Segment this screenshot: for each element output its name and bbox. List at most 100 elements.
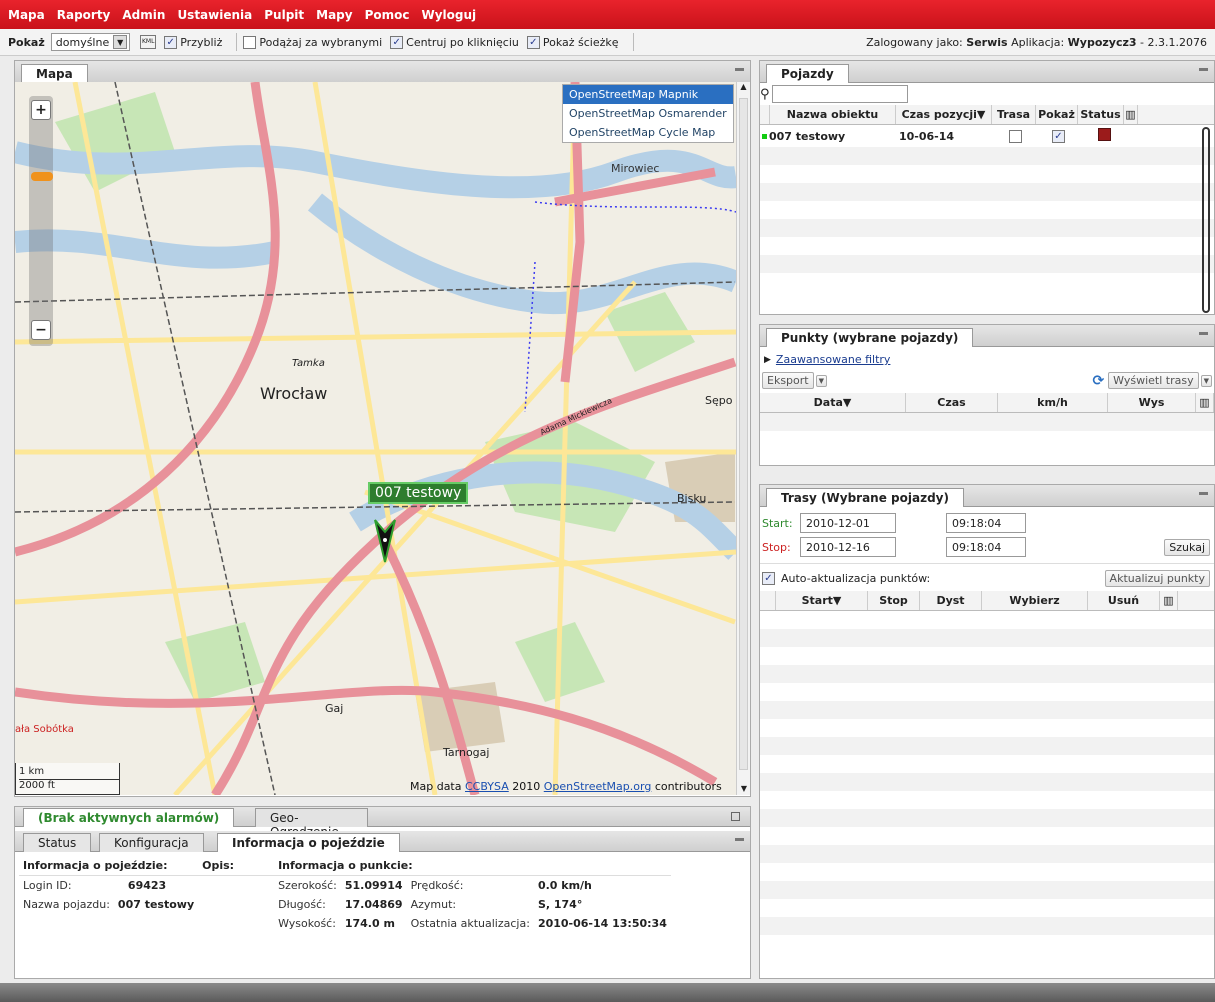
tab-vehicle-info[interactable]: Informacja o pojeździe xyxy=(217,833,400,852)
menu-mapa[interactable]: Mapa xyxy=(8,8,45,22)
col-start[interactable]: Start▼ xyxy=(776,591,868,610)
col-name[interactable]: Nazwa obiektu xyxy=(770,105,896,124)
map-view[interactable]: + − Mirowiec Wrocław Tamka Gaj Tarnogaj … xyxy=(15,82,736,795)
stop-time-input[interactable]: 09:18:04 xyxy=(946,537,1026,557)
minimize-icon[interactable] xyxy=(735,68,744,71)
show-routes-dropdown-icon[interactable]: ▼ xyxy=(1200,374,1212,387)
filters-row: ▶ Zaawansowane filtry xyxy=(760,347,1214,368)
zoom-handle[interactable] xyxy=(31,172,53,181)
azimuth-value: S, 174° xyxy=(537,898,583,911)
minimize-icon[interactable] xyxy=(735,838,744,841)
layer-mapnik[interactable]: OpenStreetMap Mapnik xyxy=(563,85,733,104)
columns-menu-icon[interactable]: ▥ xyxy=(1160,591,1178,610)
start-row: Start: 2010-12-01 09:18:04 xyxy=(760,507,1214,533)
col-time[interactable]: Czas pozycji▼ xyxy=(896,105,992,124)
start-time-input[interactable]: 09:18:04 xyxy=(946,513,1026,533)
show-routes-button[interactable]: Wyświetl trasy xyxy=(1108,372,1199,389)
columns-menu-icon[interactable]: ▥ xyxy=(1196,393,1214,412)
export-button[interactable]: Eksport xyxy=(762,372,814,389)
scroll-up-icon[interactable]: ▲ xyxy=(737,82,750,96)
login-id-label: Login ID: xyxy=(23,879,72,892)
col-stop[interactable]: Stop xyxy=(868,591,920,610)
tab-geofence[interactable]: Geo-Ogrodzenie xyxy=(255,808,368,839)
tab-mapa[interactable]: Mapa xyxy=(21,64,88,83)
advanced-filters-link[interactable]: Zaawansowane filtry xyxy=(776,353,891,366)
center-checkbox[interactable]: ✓ Centruj po kliknięciu xyxy=(390,35,519,49)
minimize-icon[interactable] xyxy=(1199,68,1208,71)
menu-raporty[interactable]: Raporty xyxy=(57,8,111,22)
zoom-slider[interactable] xyxy=(29,96,53,346)
vehicles-scrollbar[interactable] xyxy=(1202,127,1210,313)
vehicle-name: 007 testowy xyxy=(769,129,846,143)
col-altitude[interactable]: Wys xyxy=(1108,393,1196,412)
routes-grid-header: Start▼ Stop Dyst Wybierz Usuń ▥ xyxy=(760,591,1214,611)
scroll-down-icon[interactable]: ▼ xyxy=(737,784,751,793)
vehicle-row[interactable]: 007 testowy 10-06-14 ✓ xyxy=(760,125,1214,147)
license-link[interactable]: CCBYSA xyxy=(465,780,509,793)
vehicles-grid-header: Nazwa obiektu Czas pozycji▼ Trasa Pokaż … xyxy=(760,105,1214,125)
vehicle-search-input[interactable] xyxy=(771,85,908,103)
menu-admin[interactable]: Admin xyxy=(122,8,165,22)
tab-routes[interactable]: Trasy (Wybrane pojazdy) xyxy=(766,488,964,507)
app-name: Wypozycz3 xyxy=(1067,35,1137,49)
update-points-button[interactable]: Aktualizuj punkty xyxy=(1104,570,1210,587)
expand-icon[interactable]: ▶ xyxy=(764,355,771,365)
zoom-out-icon[interactable]: − xyxy=(31,320,51,340)
last-update-label: Ostatnia aktualizacja: xyxy=(410,917,530,930)
tab-alarms[interactable]: (Brak aktywnych alarmów) xyxy=(23,808,235,827)
longitude-label: Długość: xyxy=(278,898,326,911)
zoom-checkbox[interactable]: ✓ Przybliż xyxy=(164,35,222,49)
col-distance[interactable]: Dyst xyxy=(920,591,982,610)
menu-ustawienia[interactable]: Ustawienia xyxy=(177,8,252,22)
menu-pulpit[interactable]: Pulpit xyxy=(264,8,304,22)
stop-date-input[interactable]: 2010-12-16 xyxy=(800,537,896,557)
map-scrollbar[interactable]: ▲ ▼ xyxy=(736,82,750,795)
kml-icon[interactable]: KML xyxy=(140,35,157,49)
tab-vehicles[interactable]: Pojazdy xyxy=(766,64,849,83)
col-status[interactable]: Status xyxy=(1078,105,1124,124)
osm-link[interactable]: OpenStreetMap.org xyxy=(544,780,652,793)
vehicle-label[interactable]: 007 testowy xyxy=(368,482,469,504)
show-checkbox[interactable]: ✓ xyxy=(1039,129,1081,143)
tab-status[interactable]: Status xyxy=(23,833,92,852)
main-menu: Mapa Raporty Admin Ustawienia Pulpit Map… xyxy=(0,0,1215,29)
vehicle-search-bar: ⚲ xyxy=(760,83,1214,105)
columns-menu-icon[interactable]: ▥ xyxy=(1124,105,1138,124)
checkbox-checked-icon[interactable]: ✓ xyxy=(762,572,775,585)
attrib-prefix: Map data xyxy=(410,780,462,793)
show-select[interactable]: domyślne ▼ xyxy=(50,33,131,51)
path-checkbox[interactable]: ✓ Pokaż ścieżkę xyxy=(526,35,619,49)
tab-config[interactable]: Konfiguracja xyxy=(99,833,204,852)
start-date-input[interactable]: 2010-12-01 xyxy=(800,513,896,533)
status-icon[interactable] xyxy=(1081,128,1127,144)
col-show[interactable]: Pokaż xyxy=(1036,105,1078,124)
azimuth-label: Azymut: xyxy=(410,898,457,911)
auto-update-label: Auto-aktualizacja punktów: xyxy=(781,572,931,585)
col-select[interactable]: Wybierz xyxy=(982,591,1088,610)
route-checkbox[interactable] xyxy=(995,129,1039,143)
refresh-icon[interactable]: ⟳ xyxy=(1092,373,1104,389)
search-button[interactable]: Szukaj xyxy=(1164,538,1210,556)
col-delete[interactable]: Usuń xyxy=(1088,591,1160,610)
scroll-thumb[interactable] xyxy=(739,98,748,770)
menu-wyloguj[interactable]: Wyloguj xyxy=(422,8,477,22)
menu-mapy[interactable]: Mapy xyxy=(316,8,352,22)
vehicle-name-label: Nazwa pojazdu: xyxy=(23,898,110,911)
minimize-icon[interactable] xyxy=(1199,332,1208,335)
alarm-header: (Brak aktywnych alarmów) Geo-Ogrodzenie xyxy=(15,807,750,839)
points-header: Punkty (wybrane pojazdy) xyxy=(760,325,1214,347)
layer-osmarender[interactable]: OpenStreetMap Osmarender xyxy=(563,104,733,123)
follow-checkbox[interactable]: Podążaj za wybranymi xyxy=(243,35,382,49)
maximize-icon[interactable] xyxy=(731,812,740,821)
tab-points[interactable]: Punkty (wybrane pojazdy) xyxy=(766,328,974,347)
col-route[interactable]: Trasa xyxy=(992,105,1036,124)
col-time[interactable]: Czas xyxy=(906,393,998,412)
vehicle-marker-icon[interactable] xyxy=(373,518,397,564)
zoom-in-icon[interactable]: + xyxy=(31,100,51,120)
layer-cyclemap[interactable]: OpenStreetMap Cycle Map xyxy=(563,123,733,142)
export-dropdown-icon[interactable]: ▼ xyxy=(815,374,827,387)
col-date[interactable]: Data▼ xyxy=(760,393,906,412)
minimize-icon[interactable] xyxy=(1199,492,1208,495)
menu-pomoc[interactable]: Pomoc xyxy=(365,8,410,22)
col-speed[interactable]: km/h xyxy=(998,393,1108,412)
